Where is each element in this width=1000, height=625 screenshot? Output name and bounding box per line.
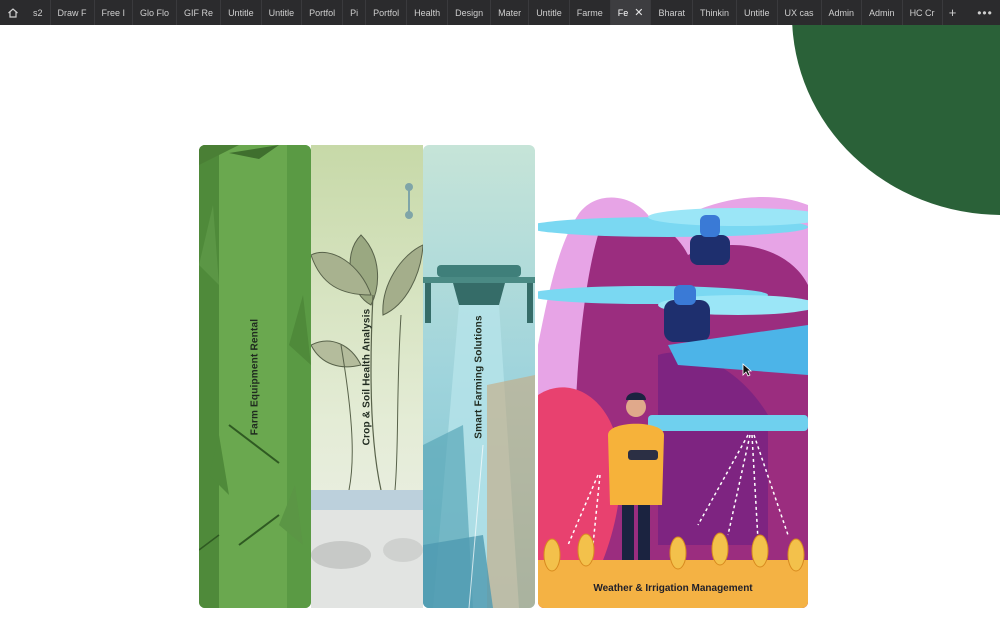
browser-tab-strip: s2 Draw F Free I Glo Flo GIF Re Untitle Untitl…	[0, 0, 1000, 25]
browser-tab[interactable]: Design	[448, 0, 492, 25]
mouse-cursor-icon	[742, 363, 752, 377]
tab-label: HC Cr	[909, 7, 935, 18]
tab-list: s2 Draw F Free I Glo Flo GIF Re Untitle Untitl…	[26, 0, 943, 25]
tab-label: UX cas	[784, 7, 814, 18]
tab-label: Free I	[101, 7, 126, 18]
browser-tab[interactable]: Admin	[822, 0, 863, 25]
tab-label: Untitle	[536, 7, 562, 18]
browser-tab[interactable]: Untitle	[529, 0, 570, 25]
browser-tab[interactable]: Draw F	[51, 0, 95, 25]
tab-label: Pi	[350, 7, 359, 18]
browser-tab[interactable]: Farme	[570, 0, 611, 25]
tab-label: Untitle	[228, 7, 254, 18]
home-icon[interactable]	[0, 0, 26, 25]
browser-tab[interactable]: Untitle	[221, 0, 262, 25]
tab-label: Draw F	[57, 7, 87, 18]
tab-label: Mater	[498, 7, 522, 18]
browser-tab[interactable]: Thinkin	[693, 0, 737, 25]
card-farm-equipment-rental[interactable]: Farm Equipment Rental	[199, 145, 311, 608]
browser-tab[interactable]: Portfol	[302, 0, 344, 25]
browser-tab[interactable]: Fe ✕	[610, 0, 652, 25]
weather-irrigation-illustration	[538, 145, 808, 608]
tab-label: Bharat	[658, 7, 685, 18]
browser-tab[interactable]: Admin	[862, 0, 903, 25]
browser-tab[interactable]: s2	[26, 0, 51, 25]
tab-label: Design	[455, 7, 484, 18]
tab-label: Untitle	[268, 7, 295, 18]
browser-tab[interactable]: Bharat	[651, 0, 693, 25]
card-title: Crop & Soil Health Analysis	[361, 308, 373, 445]
tab-label: Farme	[576, 7, 603, 18]
browser-tab[interactable]: Untitle	[262, 0, 303, 25]
browser-tab[interactable]: Mater	[491, 0, 530, 25]
tab-label: Glo Flo	[140, 7, 170, 18]
close-tab-icon[interactable]: ✕	[634, 6, 643, 19]
new-tab-button[interactable]: +	[943, 0, 963, 25]
browser-tab[interactable]: GIF Re	[177, 0, 222, 25]
tab-label: Untitle	[744, 7, 770, 18]
decorative-green-blob	[792, 25, 1000, 215]
browser-tab[interactable]: Glo Flo	[133, 0, 178, 25]
tab-label: GIF Re	[184, 7, 214, 18]
browser-tab[interactable]: Pi	[343, 0, 367, 25]
card-crop-soil-health[interactable]: Crop & Soil Health Analysis	[311, 145, 423, 608]
more-options-button[interactable]: •••	[970, 0, 1000, 25]
tab-label: Admin	[828, 7, 855, 18]
card-weather-irrigation[interactable]: Weather & Irrigation Management	[538, 145, 808, 608]
browser-tab[interactable]: UX cas	[778, 0, 822, 25]
tab-label: s2	[33, 7, 43, 18]
tab-label: Fe	[617, 7, 629, 18]
tab-label: Portfol	[309, 7, 336, 18]
browser-tab[interactable]: Untitle	[737, 0, 778, 25]
tab-label: Thinkin	[699, 7, 729, 18]
tab-label: Portfol	[373, 7, 400, 18]
card-smart-farming[interactable]: Smart Farming Solutions	[423, 145, 535, 608]
tab-label: Health	[414, 7, 441, 18]
card-title: Farm Equipment Rental	[249, 318, 261, 435]
browser-tab[interactable]: Portfol	[366, 0, 408, 25]
card-title: Smart Farming Solutions	[473, 314, 485, 439]
browser-tab[interactable]: Free I	[95, 0, 134, 25]
browser-tab[interactable]: Health	[407, 0, 449, 25]
card-title: Weather & Irrigation Management	[593, 583, 753, 594]
page-canvas: Farm Equipment Rental Crop & Soil Health…	[0, 25, 1000, 625]
browser-tab[interactable]: HC Cr	[903, 0, 943, 25]
tab-label: Admin	[869, 7, 895, 18]
